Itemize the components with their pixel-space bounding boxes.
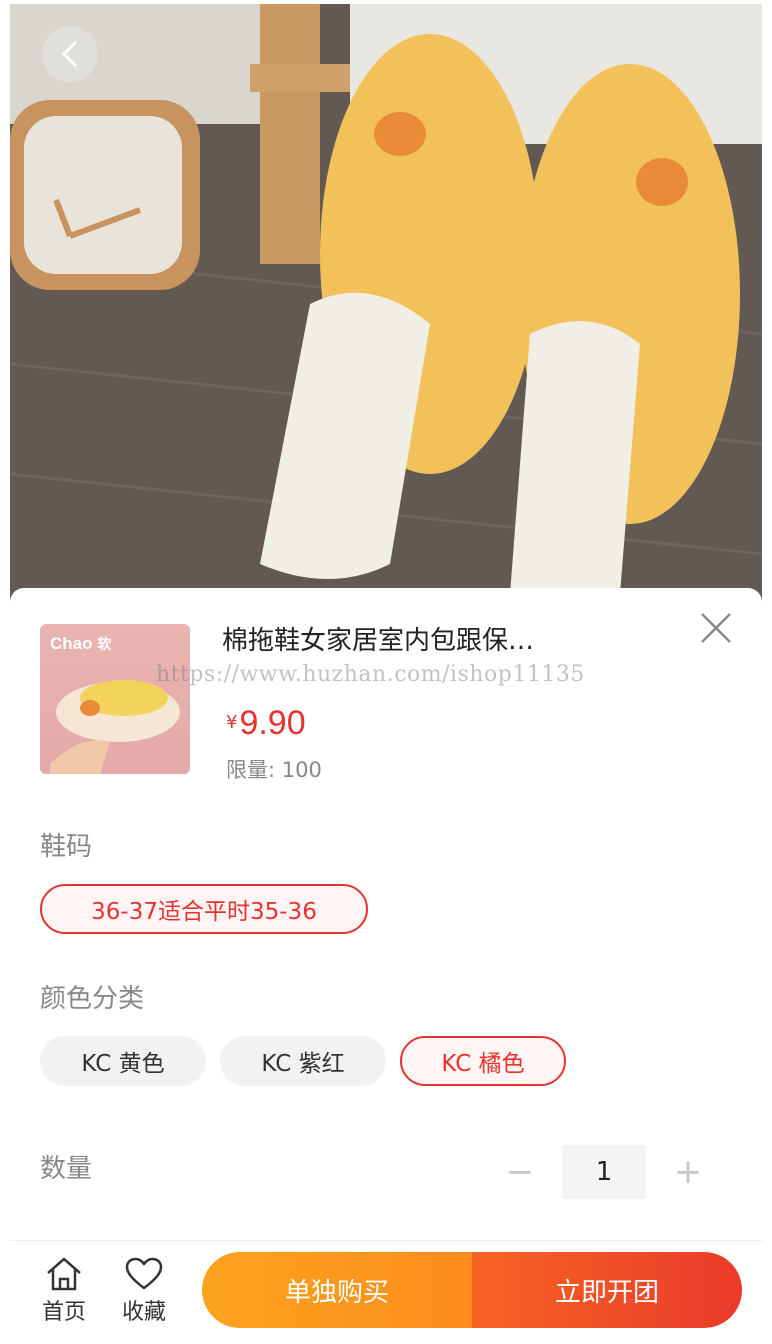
thumbnail-brand-text: Chao — [50, 634, 93, 653]
close-icon — [701, 613, 731, 643]
quantity-increase-button[interactable]: + — [668, 1152, 708, 1192]
quantity-decrease-button[interactable]: − — [500, 1152, 540, 1192]
favorite-nav-button[interactable]: 收藏 — [114, 1256, 174, 1326]
close-button[interactable] — [698, 610, 734, 646]
color-option-yellow[interactable]: KC 黄色 — [40, 1036, 206, 1086]
home-icon — [47, 1257, 81, 1291]
heart-icon — [125, 1257, 163, 1290]
app-frame: Chao 软 棉拖鞋女家居室内包跟保… https://www.huzhan.c… — [10, 4, 762, 1340]
buy-alone-button[interactable]: 单独购买 — [202, 1252, 472, 1328]
home-nav-label: 首页 — [41, 1300, 86, 1325]
product-title: 棉拖鞋女家居室内包跟保… — [222, 626, 535, 656]
product-hero-image — [10, 4, 762, 624]
price-currency: ¥ — [226, 712, 238, 733]
size-option-36-37[interactable]: 36-37适合平时35-36 — [40, 884, 368, 934]
thumbnail-brand: Chao 软 — [50, 634, 111, 654]
back-icon — [61, 40, 78, 68]
home-nav-button[interactable]: 首页 — [34, 1256, 94, 1326]
slippers-photo — [10, 4, 762, 624]
bottom-bar-divider — [10, 1240, 762, 1241]
size-section-label: 鞋码 — [40, 832, 93, 862]
product-price: ¥9.90 — [226, 704, 306, 743]
favorite-nav-label: 收藏 — [121, 1300, 166, 1325]
thumbnail-brand-sub: 软 — [97, 636, 112, 652]
purchase-limit: 限量: 100 — [226, 758, 322, 782]
price-value: 9.90 — [239, 704, 306, 742]
group-buy-button[interactable]: 立即开团 — [472, 1252, 742, 1328]
back-button[interactable] — [42, 26, 98, 82]
watermark-text: https://www.huzhan.com/ishop11135 — [156, 662, 585, 687]
sku-selector-sheet: Chao 软 棉拖鞋女家居室内包跟保… https://www.huzhan.c… — [10, 588, 762, 1340]
quantity-value[interactable]: 1 — [562, 1145, 646, 1199]
product-thumbnail: Chao 软 — [40, 624, 190, 774]
color-option-magenta[interactable]: KC 紫红 — [220, 1036, 386, 1086]
color-option-orange[interactable]: KC 橘色 — [400, 1036, 566, 1086]
color-section-label: 颜色分类 — [40, 984, 145, 1014]
quantity-label: 数量 — [40, 1154, 93, 1184]
